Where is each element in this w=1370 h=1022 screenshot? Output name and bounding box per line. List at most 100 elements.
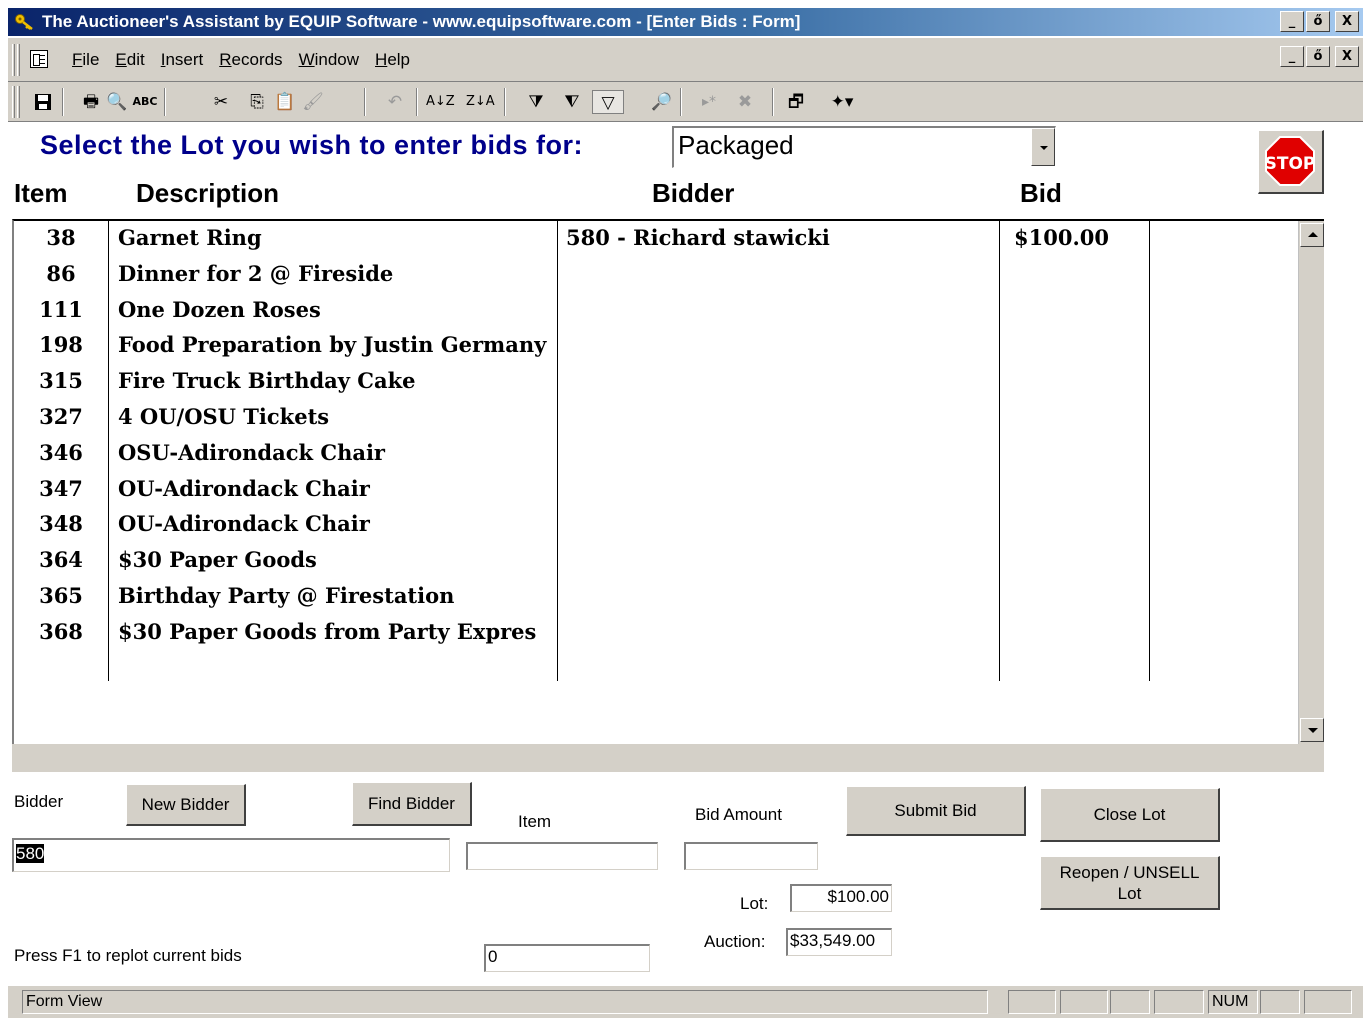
cell-bidder	[566, 507, 998, 543]
stop-button[interactable]: STOP	[1258, 130, 1324, 194]
stop-sign-icon: STOP	[1265, 136, 1315, 186]
table-row[interactable]: 368 $30 Paper Goods from Party Expres	[14, 615, 1299, 651]
menu-edit[interactable]: Edit	[107, 50, 152, 70]
menubar-grip[interactable]	[12, 44, 15, 76]
close-lot-button[interactable]: Close Lot	[1040, 788, 1220, 842]
reopen-unsell-lot-button[interactable]: Reopen / UNSELL Lot	[1040, 856, 1220, 910]
sort-descending-icon[interactable]: Z↓A	[466, 90, 495, 114]
counter-field[interactable]: 0	[484, 944, 650, 972]
sort-ascending-icon[interactable]: A↓Z	[426, 90, 455, 114]
table-row[interactable]: 347 OU-Adirondack Chair	[14, 472, 1299, 508]
title-bar: The Auctioneer's Assistant by EQUIP Soft…	[8, 8, 1363, 36]
scroll-down-icon[interactable]	[1300, 718, 1324, 742]
new-record-icon[interactable]: ▸*	[692, 90, 726, 114]
cell-bid	[1014, 328, 1144, 364]
close-button[interactable]: X	[1335, 11, 1359, 32]
find-bidder-button[interactable]: Find Bidder	[352, 782, 472, 826]
cell-description: $30 Paper Goods	[118, 547, 317, 573]
table-row[interactable]: 348 OU-Adirondack Chair	[14, 507, 1299, 543]
mdi-minimize-button[interactable]: _	[1280, 46, 1304, 67]
delete-record-icon[interactable]: ✖	[728, 90, 762, 114]
database-window-icon[interactable]: 🗗	[780, 90, 812, 114]
cell-bid	[1014, 436, 1144, 472]
table-row[interactable]: 327 4 OU/OSU Tickets	[14, 400, 1299, 436]
filter-by-form-icon[interactable]: ⧨	[558, 90, 586, 114]
grid-footer-bar	[12, 744, 1324, 772]
cell-item: 315	[39, 368, 83, 394]
cell-item: 86	[46, 260, 76, 286]
cell-bidder	[566, 472, 998, 508]
cell-item: 347	[39, 475, 83, 501]
cell-item: 365	[39, 583, 83, 608]
mdi-close-button[interactable]: X	[1335, 46, 1359, 67]
save-icon[interactable]	[30, 90, 56, 114]
bids-list[interactable]: 38 Garnet Ring 580 - Richard stawicki $100.…	[12, 219, 1324, 744]
toolbar: 🖶 🔍 ABC ✂ ⎘ 📋 🖌 ↶ A↓Z Z↓A ⧩ ⧨ ▽ 🔎 ▸* ✖ 🗗…	[8, 82, 1363, 122]
status-panel	[1110, 990, 1150, 1014]
cell-bid	[1014, 364, 1144, 400]
copy-icon[interactable]: ⎘	[244, 90, 270, 114]
table-row[interactable]: 365 Birthday Party @ Firestation	[14, 579, 1299, 615]
mdi-restore-button[interactable]: ő	[1306, 46, 1330, 67]
restore-button[interactable]: ő	[1306, 11, 1330, 32]
chevron-down-icon[interactable]	[1031, 128, 1055, 166]
status-panel	[1304, 990, 1352, 1014]
cell-bid	[1014, 293, 1144, 329]
print-preview-icon[interactable]: 🔍	[104, 90, 130, 114]
status-num: NUM	[1208, 990, 1258, 1014]
reopen-label-1: Reopen / UNSELL	[1059, 862, 1200, 882]
menu-records[interactable]: Records	[211, 50, 290, 70]
table-row[interactable]: 315 Fire Truck Birthday Cake	[14, 364, 1299, 400]
paste-icon[interactable]: 📋	[272, 90, 298, 114]
menu-insert[interactable]: Insert	[153, 50, 212, 70]
filter-by-selection-icon[interactable]: ⧩	[522, 90, 550, 114]
cell-bidder	[566, 400, 998, 436]
lot-combo[interactable]: Packaged	[672, 126, 1056, 168]
cell-bid	[1014, 543, 1144, 579]
item-field[interactable]	[466, 842, 658, 870]
status-mode: Form View	[22, 990, 988, 1014]
menu-file[interactable]: File	[64, 50, 107, 70]
submit-bid-button[interactable]: Submit Bid	[846, 786, 1026, 836]
cell-item: 346	[39, 439, 83, 465]
table-row[interactable]: 364 $30 Paper Goods	[14, 543, 1299, 579]
new-object-icon[interactable]: ✦▾	[822, 90, 862, 114]
bidder-field[interactable]: 580	[12, 838, 450, 872]
item-label: Item	[518, 812, 552, 831]
format-painter-icon[interactable]: 🖌	[300, 90, 326, 114]
vertical-scrollbar[interactable]	[1298, 221, 1324, 744]
form-control-menu-icon[interactable]	[30, 50, 48, 68]
menu-help[interactable]: Help	[367, 50, 418, 70]
app-key-icon	[15, 14, 33, 30]
menu-window[interactable]: Window	[291, 50, 367, 70]
cut-icon[interactable]: ✂	[208, 90, 234, 114]
window-title: The Auctioneer's Assistant by EQUIP Soft…	[42, 12, 801, 31]
cell-description: $30 Paper Goods from Party Expres	[118, 618, 537, 644]
spelling-icon[interactable]: ABC	[132, 90, 158, 114]
minimize-button[interactable]: _	[1280, 11, 1304, 32]
menu-bar: File Edit Insert Records Window Help _ ő X	[8, 38, 1363, 82]
find-icon[interactable]: 🔎	[648, 90, 676, 114]
table-row[interactable]: 111 One Dozen Roses	[14, 293, 1299, 329]
new-bidder-button[interactable]: New Bidder	[126, 784, 246, 826]
toolbar-grip[interactable]	[12, 86, 15, 118]
scroll-up-icon[interactable]	[1300, 223, 1324, 247]
cell-bid	[1014, 257, 1144, 293]
column-divider	[1149, 221, 1150, 681]
status-panel	[1060, 990, 1108, 1014]
table-row[interactable]: 198 Food Preparation by Justin Germany	[14, 328, 1299, 364]
cell-bidder	[566, 364, 998, 400]
apply-filter-icon[interactable]: ▽	[592, 90, 624, 114]
status-bar: Form View NUM	[8, 986, 1363, 1018]
bid-amount-field[interactable]	[684, 842, 818, 870]
table-row[interactable]: 346 OSU-Adirondack Chair	[14, 436, 1299, 472]
toolbar-grip-2	[17, 86, 20, 118]
undo-icon[interactable]: ↶	[382, 90, 408, 114]
column-divider	[557, 221, 558, 681]
print-icon[interactable]: 🖶	[78, 90, 104, 114]
status-panel	[1260, 990, 1300, 1014]
cell-bid: $100.00	[1014, 225, 1109, 250]
table-row[interactable]: 38 Garnet Ring 580 - Richard stawicki $100.…	[14, 221, 1299, 257]
table-row[interactable]: 86 Dinner for 2 @ Fireside	[14, 257, 1299, 293]
lot-prompt: Select the Lot you wish to enter bids fo…	[40, 130, 584, 160]
